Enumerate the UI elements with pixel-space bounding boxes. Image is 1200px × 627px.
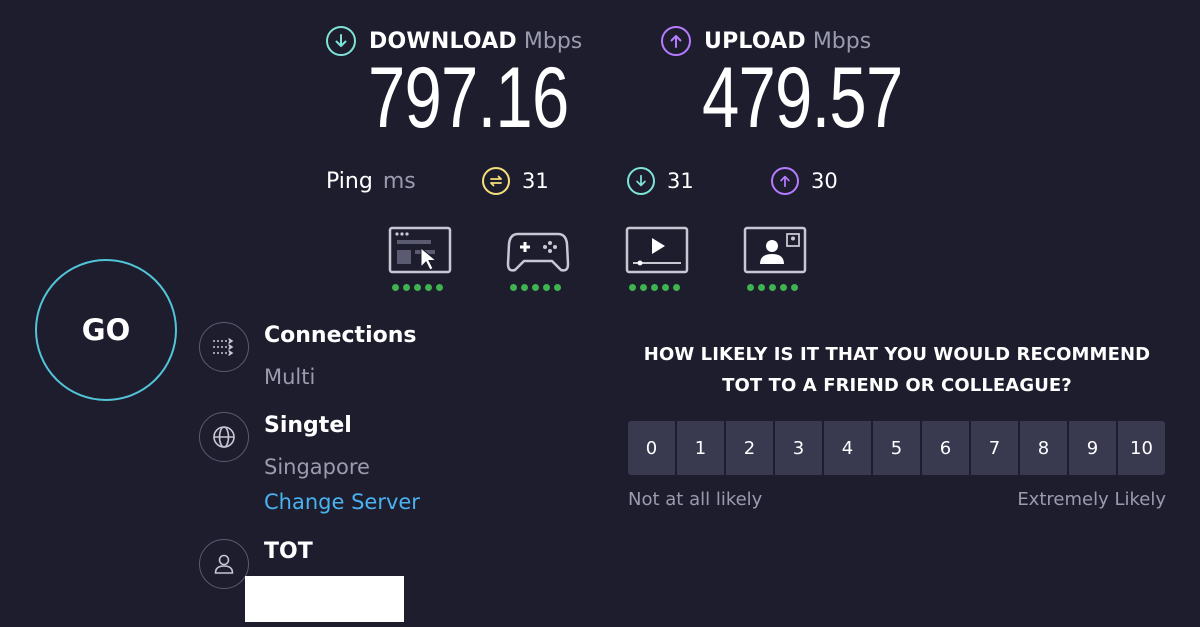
rating-scale: 0 1 2 3 4 5 6 7 8 9 10 (628, 421, 1165, 475)
ping-idle-value: 31 (522, 169, 549, 193)
streaming-rating (625, 226, 689, 291)
rating-option-7[interactable]: 7 (971, 421, 1018, 475)
go-button[interactable]: GO (35, 259, 177, 401)
rating-option-4[interactable]: 4 (824, 421, 871, 475)
gaming-rating (506, 226, 570, 291)
scale-high-label: Extremely Likely (1017, 489, 1166, 510)
upload-arrow-icon (661, 26, 691, 56)
rating-option-5[interactable]: 5 (873, 421, 920, 475)
server-name: Singtel (264, 413, 352, 438)
rating-option-9[interactable]: 9 (1069, 421, 1116, 475)
connections-icon[interactable] (199, 322, 249, 372)
download-latency-icon (627, 167, 655, 195)
ping-label: Ping (326, 168, 373, 194)
upload-latency-icon (771, 167, 799, 195)
gaming-icon (506, 232, 570, 272)
ping-download-value: 31 (667, 169, 694, 193)
video-call-icon (743, 226, 807, 274)
download-speed-value: 797.16 (368, 50, 569, 146)
streaming-icon (625, 226, 689, 274)
redacted-ip-box (245, 576, 404, 622)
video-call-rating (743, 226, 807, 291)
ping-label-group: Ping ms (326, 166, 416, 196)
change-server-link[interactable]: Change Server (264, 490, 420, 514)
rating-option-10[interactable]: 10 (1118, 421, 1165, 475)
rating-option-8[interactable]: 8 (1020, 421, 1067, 475)
globe-icon (199, 412, 249, 462)
upload-speed-value: 479.57 (702, 50, 903, 146)
video-call-rating-dots (747, 284, 807, 291)
rating-option-1[interactable]: 1 (677, 421, 724, 475)
provider-name: TOT (264, 539, 313, 564)
survey-question-line1: HOW LIKELY IS IT THAT YOU WOULD RECOMMEN… (643, 344, 1151, 365)
ping-upload-value: 30 (811, 169, 838, 193)
browsing-rating-dots (392, 284, 452, 291)
ping-download: 31 (627, 166, 694, 196)
ping-upload: 30 (771, 166, 838, 196)
connections-title: Connections (264, 323, 417, 348)
survey-question: HOW LIKELY IS IT THAT YOU WOULD RECOMMEN… (597, 339, 1197, 401)
user-icon (199, 539, 249, 589)
survey-question-line2: TOT TO A FRIEND OR COLLEAGUE? (722, 375, 1072, 396)
ping-idle: 31 (482, 166, 549, 196)
gaming-rating-dots (510, 284, 570, 291)
ping-unit: ms (382, 168, 416, 194)
idle-latency-icon (482, 167, 510, 195)
rating-option-2[interactable]: 2 (726, 421, 773, 475)
download-arrow-icon (326, 26, 356, 56)
rating-option-6[interactable]: 6 (922, 421, 969, 475)
server-location: Singapore (264, 455, 370, 479)
scale-low-label: Not at all likely (628, 489, 763, 510)
web-browsing-rating (388, 226, 452, 291)
connections-value: Multi (264, 365, 316, 389)
rating-option-0[interactable]: 0 (628, 421, 675, 475)
browsing-icon (388, 226, 452, 274)
rating-option-3[interactable]: 3 (775, 421, 822, 475)
streaming-rating-dots (629, 284, 689, 291)
